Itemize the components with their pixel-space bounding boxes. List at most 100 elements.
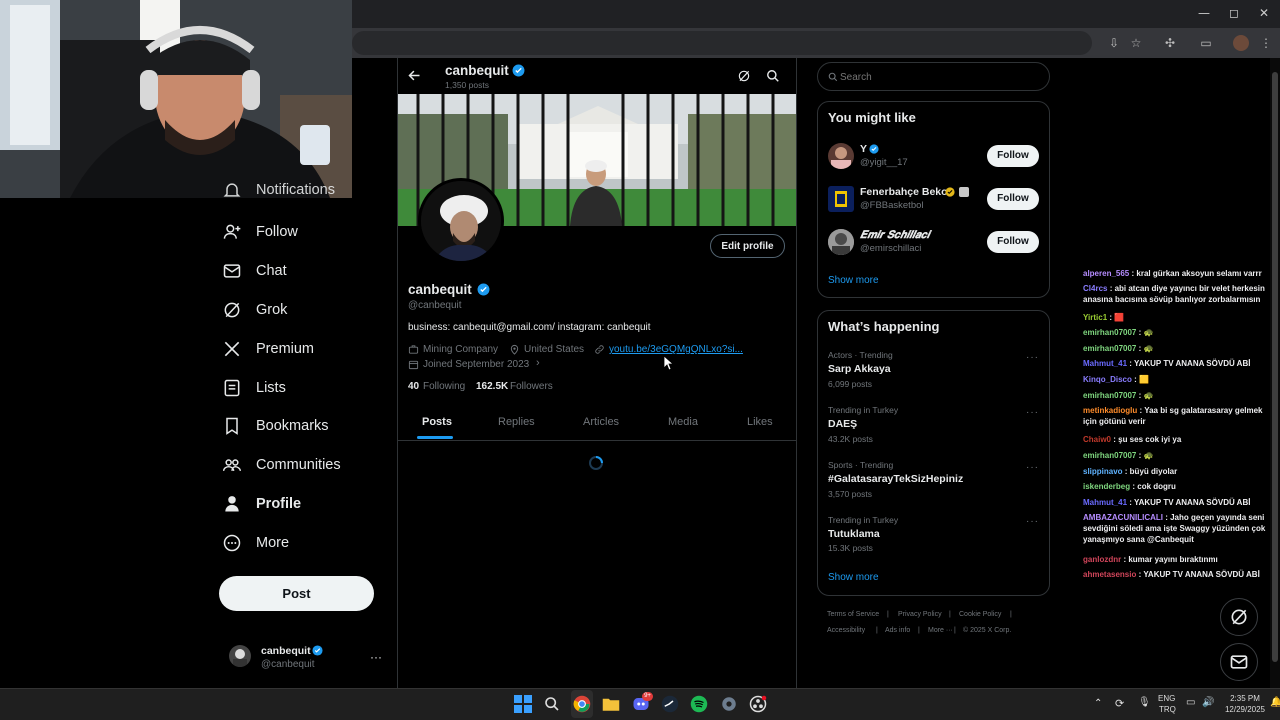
following-count[interactable]: 40 xyxy=(408,381,419,392)
bookmark-star-icon[interactable]: ☆ xyxy=(1128,35,1144,51)
chat-username[interactable]: emirhan07007 xyxy=(1083,451,1136,460)
settings-icon[interactable] xyxy=(720,695,738,713)
suggested-user-name[interactable]: Fenerbahçe Beko xyxy=(860,186,948,198)
show-more-link[interactable]: Show more xyxy=(828,572,879,583)
footer-accessibility-link[interactable]: Accessibility xyxy=(827,627,865,634)
volume-icon[interactable]: 🔊 xyxy=(1202,697,1214,708)
chrome-icon[interactable] xyxy=(573,695,591,713)
chat-username[interactable]: Mahmut_41 xyxy=(1083,359,1127,368)
sidebar-item-grok[interactable]: Grok xyxy=(222,295,287,325)
chat-username[interactable]: AMBAZACUNILICALI xyxy=(1083,513,1163,522)
post-button[interactable]: Post xyxy=(219,576,374,611)
obs-icon[interactable] xyxy=(749,695,767,713)
trend-name[interactable]: Tutuklama xyxy=(828,528,880,540)
account-avatar[interactable] xyxy=(229,645,251,667)
browser-menu-icon[interactable]: ⋮ xyxy=(1258,35,1274,51)
trend-menu-icon[interactable]: ··· xyxy=(1026,352,1039,363)
chat-username[interactable]: metinkadioglu xyxy=(1083,406,1137,415)
file-explorer-icon[interactable] xyxy=(602,696,620,712)
tab-articles[interactable]: Articles xyxy=(583,416,619,428)
tray-overflow-icon[interactable]: ⌃ xyxy=(1094,698,1102,709)
profile-link[interactable]: youtu.be/3eGQMgQNLxo?si... xyxy=(609,344,743,355)
search-icon[interactable] xyxy=(766,69,780,83)
chat-username[interactable]: slippinavo xyxy=(1083,467,1123,476)
chat-username[interactable]: Mahmut_41 xyxy=(1083,498,1127,507)
follow-button[interactable]: Follow xyxy=(987,188,1039,210)
maximize-button[interactable]: ◻ xyxy=(1226,6,1242,20)
clock-date[interactable]: 12/29/2025 xyxy=(1224,705,1266,714)
avatar[interactable] xyxy=(828,229,854,255)
footer-ads-link[interactable]: Ads info xyxy=(885,627,910,634)
trend-name[interactable]: Sarp Akkaya xyxy=(828,363,891,375)
chevron-right-icon[interactable]: › xyxy=(536,357,540,369)
footer-more-link[interactable]: More ··· xyxy=(928,627,953,634)
footer-terms-link[interactable]: Terms of Service xyxy=(827,611,879,618)
chat-username[interactable]: emirhan07007 xyxy=(1083,344,1136,353)
chat-username[interactable]: alperen_565 xyxy=(1083,269,1129,278)
tab-media[interactable]: Media xyxy=(668,416,698,428)
tab-posts[interactable]: Posts xyxy=(422,416,452,428)
chat-username[interactable]: emirhan07007 xyxy=(1083,391,1136,400)
search-box[interactable] xyxy=(817,62,1050,91)
suggested-user-name[interactable]: Y xyxy=(860,143,867,155)
sidebar-item-premium[interactable]: Premium xyxy=(222,334,314,364)
show-more-link[interactable]: Show more xyxy=(828,275,879,286)
avatar[interactable] xyxy=(828,186,854,212)
search-icon[interactable] xyxy=(544,696,560,712)
steam-icon[interactable] xyxy=(661,695,679,713)
verified-badge-icon[interactable] xyxy=(477,283,490,296)
chat-username[interactable]: Cl4rcs xyxy=(1083,284,1107,293)
trend-menu-icon[interactable]: ··· xyxy=(1026,462,1039,473)
close-window-button[interactable]: ✕ xyxy=(1256,6,1272,20)
trend-menu-icon[interactable]: ··· xyxy=(1026,407,1039,418)
install-app-icon[interactable]: ⇩ xyxy=(1106,35,1122,51)
chat-username[interactable]: Yirtic1 xyxy=(1083,313,1107,322)
follow-button[interactable]: Follow xyxy=(987,231,1039,253)
sidebar-item-chat[interactable]: Chat xyxy=(222,256,287,286)
footer-privacy-link[interactable]: Privacy Policy xyxy=(898,611,942,618)
following-label[interactable]: Following xyxy=(423,381,465,392)
account-menu-icon[interactable]: ··· xyxy=(370,650,382,664)
input-language[interactable]: ENG xyxy=(1158,694,1175,703)
network-icon[interactable]: ▭ xyxy=(1186,697,1195,708)
windows-start-icon[interactable] xyxy=(514,695,532,713)
edit-profile-button[interactable]: Edit profile xyxy=(710,234,785,258)
extensions-icon[interactable]: ✣ xyxy=(1162,35,1178,51)
chat-username[interactable]: emirhan07007 xyxy=(1083,328,1136,337)
clock-time[interactable]: 2:35 PM xyxy=(1227,694,1263,703)
grok-fab[interactable] xyxy=(1220,598,1258,636)
chat-username[interactable]: ahmetasensio xyxy=(1083,570,1136,579)
profile-avatar-icon[interactable] xyxy=(1233,35,1249,51)
search-input[interactable] xyxy=(840,69,1040,85)
tab-likes[interactable]: Likes xyxy=(747,416,773,428)
sidebar-item-more[interactable]: More xyxy=(222,528,289,558)
messages-fab[interactable] xyxy=(1220,643,1258,681)
sidebar-item-notifications[interactable]: Notifications xyxy=(222,180,335,200)
follow-button[interactable]: Follow xyxy=(987,145,1039,167)
sidebar-item-bookmarks[interactable]: Bookmarks xyxy=(222,411,329,441)
followers-label[interactable]: Followers xyxy=(510,381,553,392)
input-region[interactable]: TRQ xyxy=(1159,705,1176,714)
chat-username[interactable]: Chaiw0 xyxy=(1083,435,1111,444)
address-bar[interactable] xyxy=(352,31,1092,55)
trend-menu-icon[interactable]: ··· xyxy=(1026,516,1039,527)
profile-avatar[interactable] xyxy=(418,178,504,264)
trend-name[interactable]: #GalatasarayTekSizHepiniz xyxy=(828,473,963,485)
scrollbar-thumb[interactable] xyxy=(1272,72,1278,662)
followers-count[interactable]: 162.5K xyxy=(476,381,508,392)
chat-username[interactable]: Kinqo_Disco xyxy=(1083,375,1132,384)
sidebar-item-lists[interactable]: Lists xyxy=(222,373,286,403)
chat-username[interactable]: iskenderbeg xyxy=(1083,482,1130,491)
footer-cookie-link[interactable]: Cookie Policy xyxy=(959,611,1001,618)
sidebar-item-communities[interactable]: Communities xyxy=(222,450,341,480)
back-arrow-icon[interactable] xyxy=(407,68,422,83)
microphone-icon[interactable]: 🎙 xyxy=(1138,697,1151,708)
grok-icon[interactable] xyxy=(737,69,751,83)
trend-name[interactable]: DAEŞ xyxy=(828,418,857,430)
suggested-user-name[interactable]: 𝑬𝒎𝒊𝒓 𝑺𝒄𝒉𝒊𝒍𝒍𝒂𝒄𝒊 xyxy=(860,229,930,242)
sidebar-item-follow[interactable]: Follow xyxy=(222,217,298,247)
chat-username[interactable]: ganlozdnr xyxy=(1083,555,1121,564)
split-view-icon[interactable]: ▭ xyxy=(1198,35,1214,51)
tab-replies[interactable]: Replies xyxy=(498,416,535,428)
sidebar-item-profile[interactable]: Profile xyxy=(222,489,301,519)
